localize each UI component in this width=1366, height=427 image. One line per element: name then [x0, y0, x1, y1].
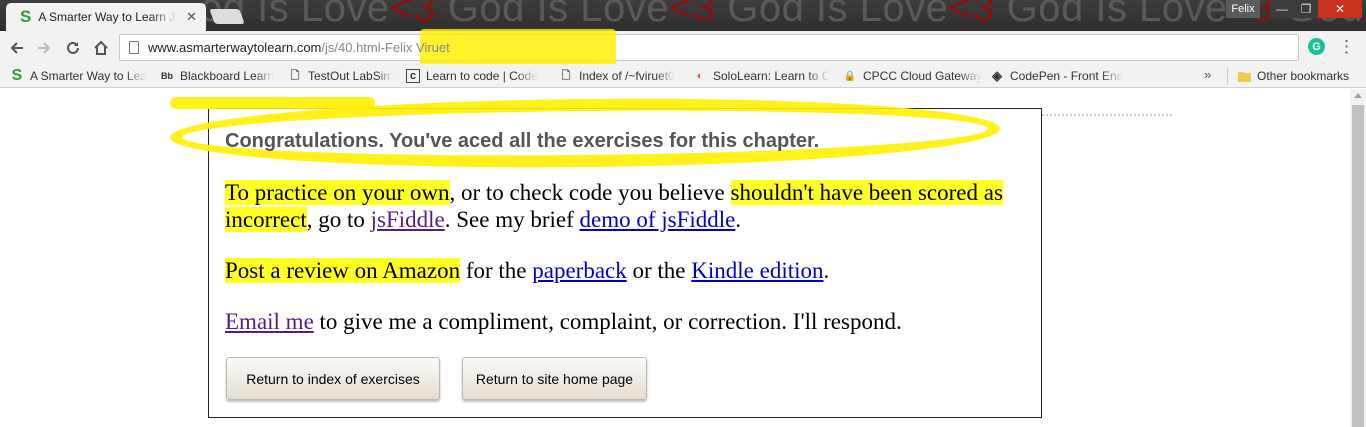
codepen-icon: ◈: [992, 68, 1002, 83]
jsfiddle-link[interactable]: jsFiddle: [371, 207, 445, 232]
return-to-index-button[interactable]: Return to index of exercises: [226, 357, 440, 400]
bookmark-label: Blackboard Learn: [180, 69, 275, 83]
email-paragraph: Email me to give me a compliment, compla…: [225, 308, 1025, 335]
address-bar[interactable]: www.asmarterwaytolearn.com/js/40.html-Fe…: [119, 29, 1299, 67]
new-tab-button[interactable]: [209, 9, 245, 24]
bookmarks-bar: S A Smarter Way to Lea Bb Blackboard Lea…: [0, 64, 1366, 88]
theme-text-segment: God Is Love: [995, 0, 1228, 30]
text: . See my brief: [444, 207, 580, 232]
bookmark-item[interactable]: 🗋 TestOut LabSim: [288, 68, 398, 84]
bookmark-item[interactable]: c Learn to code | Code: [406, 68, 546, 84]
bookmark-item[interactable]: 🔒 CPCC Cloud Gateway: [843, 68, 983, 84]
page-viewport: Congratulations. You've aced all the exe…: [0, 89, 1350, 427]
bookmarks-divider: [1227, 68, 1228, 84]
scrollbar-thumb[interactable]: [1352, 105, 1364, 427]
window-close-button[interactable]: ✕: [1318, 0, 1362, 18]
text: .: [823, 258, 830, 283]
url-path: /js/40.html-Felix Viruet: [321, 40, 450, 55]
theme-heart-text: <3: [948, 0, 995, 30]
text: for the: [460, 258, 533, 283]
return-to-home-button[interactable]: Return to site home page: [462, 357, 647, 400]
grammarly-extension-icon[interactable]: G: [1308, 38, 1325, 55]
lock-icon: 🔒: [843, 70, 857, 82]
profile-button[interactable]: Felix: [1226, 0, 1260, 18]
text: to give me a compliment, complaint, or c…: [313, 309, 902, 334]
highlighted-text: To practice on your own: [225, 180, 450, 205]
reload-icon[interactable]: [62, 37, 84, 59]
bookmark-item[interactable]: ◈ CodePen - Front End: [990, 68, 1125, 84]
bookmark-label: A Smarter Way to Lea: [30, 69, 147, 83]
practice-paragraph: To practice on your own, or to check cod…: [225, 179, 1025, 233]
scroll-up-arrow-icon[interactable]: [1354, 93, 1362, 98]
highlighted-text: Post a review on Amazon: [225, 258, 461, 283]
theme-heart-text: <3: [389, 0, 437, 30]
text: , go to: [306, 207, 371, 232]
text: , or to check code you believe: [449, 180, 731, 205]
url-text[interactable]: www.asmarterwaytolearn.com/js/40.html-Fe…: [148, 40, 450, 55]
smarter-way-favicon-icon: S: [20, 7, 32, 26]
paperback-link[interactable]: paperback: [532, 258, 627, 283]
theme-text-segment: God Is Love: [436, 0, 669, 30]
restore-button[interactable]: ❐: [1294, 0, 1318, 18]
text: or the: [626, 258, 692, 283]
text: .: [735, 207, 742, 232]
folder-icon: [1237, 69, 1251, 83]
bookmark-label: SoloLearn: Learn to C: [713, 69, 831, 83]
page-icon: 🗋: [561, 69, 571, 82]
blackboard-icon: Bb: [161, 71, 173, 81]
theme-text-segment: God Is Love: [715, 0, 949, 30]
bookmark-label: TestOut LabSim: [308, 69, 394, 83]
theme-heart-text: <3: [668, 0, 716, 30]
page-icon: 🗋: [290, 69, 300, 82]
browser-toolbar: www.asmarterwaytolearn.com/js/40.html-Fe…: [0, 29, 1366, 67]
browser-menu-icon[interactable]: ⋮: [1338, 37, 1355, 57]
bookmark-label: Learn to code | Code: [426, 69, 538, 83]
other-bookmarks[interactable]: Other bookmarks: [1237, 68, 1362, 84]
page-info-icon[interactable]: [129, 41, 139, 54]
bookmark-item[interactable]: Bb Blackboard Learn: [160, 68, 280, 84]
sololearn-icon: ◐: [696, 70, 704, 82]
url-host: www.asmarterwaytolearn.com: [148, 40, 322, 55]
bookmark-item[interactable]: ◐ SoloLearn: Learn to C: [693, 68, 831, 84]
smarter-way-icon: S: [11, 68, 23, 84]
tab-title: A Smarter Way to Learn J: [38, 10, 176, 24]
email-me-link[interactable]: Email me: [225, 309, 314, 334]
back-arrow-icon[interactable]: [6, 37, 28, 59]
other-bookmarks-label: Other bookmarks: [1257, 69, 1350, 83]
minimize-button[interactable]: —: [1270, 0, 1294, 18]
forward-arrow-icon[interactable]: [33, 37, 55, 59]
vertical-scrollbar[interactable]: [1350, 89, 1366, 427]
congrats-heading: Congratulations. You've aced all the exe…: [225, 130, 820, 152]
bookmark-item[interactable]: 🗋 Index of /~fviruet0: [559, 68, 684, 84]
home-icon[interactable]: [90, 37, 112, 59]
tab-close-icon[interactable]: ✕: [186, 9, 197, 25]
codecademy-icon: c: [406, 69, 420, 83]
bookmarks-overflow-icon[interactable]: »: [1204, 67, 1211, 82]
kindle-edition-link[interactable]: Kindle edition: [691, 258, 823, 283]
title-bar: od Is Love<3 God Is Love<3 God Is Love<3…: [0, 0, 1366, 31]
active-tab[interactable]: S A Smarter Way to Learn J ✕: [6, 3, 206, 31]
bookmark-item[interactable]: S A Smarter Way to Lea: [10, 68, 150, 84]
review-paragraph: Post a review on Amazon for the paperbac…: [225, 257, 1025, 284]
theme-background-text: od Is Love<3 God Is Love<3 God Is Love<3…: [200, 0, 1363, 31]
bookmark-label: CPCC Cloud Gateway: [863, 69, 983, 83]
jsfiddle-demo-link[interactable]: demo of jsFiddle: [580, 207, 736, 232]
bookmark-label: CodePen - Front End: [1010, 69, 1124, 83]
bookmark-label: Index of /~fviruet0: [579, 69, 675, 83]
